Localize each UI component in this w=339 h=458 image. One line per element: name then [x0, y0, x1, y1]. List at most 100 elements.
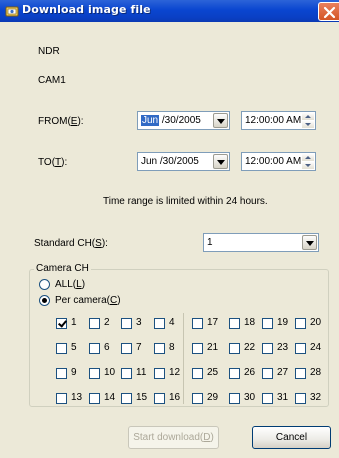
channel-label: 24	[310, 342, 322, 353]
channel-label: 32	[310, 392, 322, 403]
channel-label: 21	[207, 342, 219, 353]
channel-checkbox-15[interactable]	[121, 393, 132, 404]
channel-label: 2	[104, 317, 110, 328]
spin-down-icon[interactable]	[302, 162, 314, 169]
from-label: FROM(E):	[38, 116, 84, 127]
channel-label: 14	[104, 392, 116, 403]
to-label: TO(T):	[38, 157, 68, 168]
channel-checkbox-20[interactable]	[295, 318, 306, 329]
channel-checkbox-11[interactable]	[121, 368, 132, 379]
channel-checkbox-27[interactable]	[262, 368, 273, 379]
device-name: NDR	[38, 46, 60, 57]
channel-label: 11	[136, 367, 147, 378]
start-download-button[interactable]: Start download(D)	[128, 426, 219, 449]
all-radio[interactable]	[39, 279, 50, 290]
channel-checkbox-26[interactable]	[229, 368, 240, 379]
channel-label: 20	[310, 317, 322, 328]
per-camera-radio-label[interactable]: Per camera(C)	[55, 295, 121, 306]
from-time-value: 12:00:00 AM	[245, 115, 302, 126]
to-time-value: 12:00:00 AM	[245, 156, 302, 167]
channel-label: 4	[169, 317, 175, 328]
chevron-down-icon[interactable]	[302, 235, 317, 250]
channel-checkbox-30[interactable]	[229, 393, 240, 404]
channel-checkbox-12[interactable]	[154, 368, 165, 379]
channel-label: 26	[244, 367, 256, 378]
channel-checkbox-28[interactable]	[295, 368, 306, 379]
channel-checkbox-9[interactable]	[56, 368, 67, 379]
channel-checkbox-5[interactable]	[56, 343, 67, 354]
close-icon	[323, 6, 336, 19]
channel-checkbox-29[interactable]	[192, 393, 203, 404]
channel-label: 6	[104, 342, 110, 353]
channel-label: 18	[244, 317, 256, 328]
channel-checkbox-18[interactable]	[229, 318, 240, 329]
channel-checkbox-17[interactable]	[192, 318, 203, 329]
channel-label: 28	[310, 367, 322, 378]
channel-checkbox-4[interactable]	[154, 318, 165, 329]
channel-checkbox-6[interactable]	[89, 343, 100, 354]
channel-checkbox-22[interactable]	[229, 343, 240, 354]
channel-checkbox-21[interactable]	[192, 343, 203, 354]
spin-down-icon[interactable]	[302, 121, 314, 128]
channel-label: 5	[71, 342, 77, 353]
to-date-picker[interactable]: Jun /30/2005	[137, 152, 230, 171]
channel-label: 10	[104, 367, 116, 378]
camera-name: CAM1	[38, 75, 66, 86]
channel-label: 25	[207, 367, 219, 378]
standard-ch-value: 1	[207, 237, 213, 248]
per-camera-radio[interactable]	[39, 295, 50, 306]
channel-checkbox-13[interactable]	[56, 393, 67, 404]
channel-label: 7	[136, 342, 142, 353]
channel-divider	[183, 313, 184, 404]
channel-label: 3	[136, 317, 142, 328]
chevron-down-icon[interactable]	[213, 113, 228, 128]
download-app-icon	[5, 4, 19, 18]
window-title: Download image file	[22, 3, 151, 16]
title-bar[interactable]: Download image file	[0, 0, 339, 22]
channel-label: 12	[169, 367, 181, 378]
channel-checkbox-2[interactable]	[89, 318, 100, 329]
channel-checkbox-16[interactable]	[154, 393, 165, 404]
to-date-value: Jun /30/2005	[141, 156, 199, 167]
channel-checkbox-23[interactable]	[262, 343, 273, 354]
to-time-spinner[interactable]: 12:00:00 AM	[241, 152, 316, 171]
download-dialog: Download image file NDR CAM1 FROM(E): Ju…	[0, 0, 339, 458]
channel-checkbox-10[interactable]	[89, 368, 100, 379]
channel-label: 19	[277, 317, 289, 328]
cancel-button[interactable]: Cancel	[252, 426, 331, 449]
spin-up-icon[interactable]	[302, 113, 314, 120]
channel-checkbox-14[interactable]	[89, 393, 100, 404]
close-button[interactable]	[318, 2, 339, 21]
channel-checkbox-7[interactable]	[121, 343, 132, 354]
from-date-value: Jun /30/2005	[141, 115, 201, 126]
channel-checkbox-3[interactable]	[121, 318, 132, 329]
channel-checkbox-1[interactable]	[56, 318, 67, 329]
channel-label: 30	[244, 392, 256, 403]
channel-checkbox-24[interactable]	[295, 343, 306, 354]
channel-label: 31	[277, 392, 289, 403]
from-time-spinner[interactable]: 12:00:00 AM	[241, 111, 316, 130]
time-range-notice: Time range is limited within 24 hours.	[103, 196, 268, 207]
channel-checkbox-32[interactable]	[295, 393, 306, 404]
channel-label: 9	[71, 367, 77, 378]
channel-label: 29	[207, 392, 219, 403]
channel-label: 27	[277, 367, 289, 378]
channel-label: 1	[71, 317, 77, 328]
channel-checkbox-8[interactable]	[154, 343, 165, 354]
channel-label: 17	[207, 317, 219, 328]
channel-label: 23	[277, 342, 289, 353]
from-date-picker[interactable]: Jun /30/2005	[137, 111, 230, 130]
channel-checkbox-25[interactable]	[192, 368, 203, 379]
channel-checkbox-19[interactable]	[262, 318, 273, 329]
chevron-down-icon[interactable]	[213, 154, 228, 169]
channel-label: 8	[169, 342, 175, 353]
channel-label: 13	[71, 392, 83, 403]
channel-label: 16	[169, 392, 181, 403]
spin-up-icon[interactable]	[302, 154, 314, 161]
all-radio-label[interactable]: ALL(L)	[55, 279, 85, 290]
standard-ch-select[interactable]: 1	[203, 233, 319, 252]
channel-checkbox-31[interactable]	[262, 393, 273, 404]
channel-label: 15	[136, 392, 148, 403]
standard-ch-label: Standard CH(S):	[34, 238, 108, 249]
channel-label: 22	[244, 342, 256, 353]
